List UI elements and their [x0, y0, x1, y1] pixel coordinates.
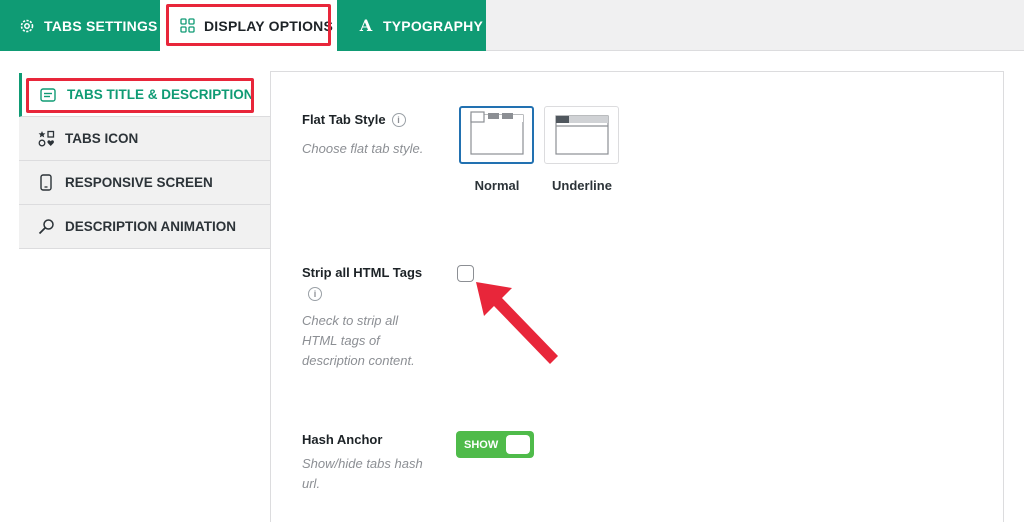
underline-style-preview-icon: [555, 115, 609, 155]
tab-label: TABS SETTINGS: [44, 17, 158, 34]
sidebar-item-responsive-screen[interactable]: RESPONSIVE SCREEN: [19, 161, 270, 205]
flat-style-normal-option[interactable]: [459, 106, 534, 164]
sidebar-item-label: TABS ICON: [65, 131, 139, 146]
sidebar-item-tabs-title-description[interactable]: TABS TITLE & DESCRIPTION: [19, 73, 270, 117]
flat-tab-style-label: Flat Tab Style i: [302, 112, 406, 127]
info-icon[interactable]: i: [308, 287, 322, 301]
tab-tabs-settings[interactable]: TABS SETTINGS: [0, 0, 160, 51]
flat-tab-style-description: Choose flat tab style.: [302, 141, 424, 156]
description-line: Check to strip all: [302, 313, 399, 328]
strip-html-description: Check to strip all HTML tags of descript…: [302, 311, 415, 371]
tab-label: DISPLAY OPTIONS: [204, 17, 334, 34]
sidebar-item-label: TABS TITLE & DESCRIPTION: [67, 87, 254, 102]
sidebar-item-label: RESPONSIVE SCREEN: [65, 175, 213, 190]
typography-icon: A: [359, 16, 373, 35]
grid-icon: [178, 17, 196, 35]
mobile-icon: [37, 174, 55, 192]
tab-typography[interactable]: A TYPOGRAPHY: [337, 0, 486, 51]
shapes-icon: [37, 130, 55, 148]
description-line: Show/hide tabs hash: [302, 456, 423, 471]
description-line: HTML tags of: [302, 333, 380, 348]
info-icon[interactable]: i: [391, 112, 406, 127]
toggle-label: SHOW: [464, 438, 499, 451]
sidebar-item-label: DESCRIPTION ANIMATION: [65, 219, 236, 234]
top-tab-bar: TABS SETTINGS DISPLAY OPTIONS A TYPOGRAP…: [0, 0, 1024, 51]
hash-anchor-toggle[interactable]: SHOW: [456, 431, 534, 458]
normal-option-label: Normal: [474, 178, 520, 193]
strip-html-label: Strip all HTML Tags: [302, 265, 423, 280]
sidebar-item-description-animation[interactable]: DESCRIPTION ANIMATION: [19, 205, 270, 249]
sidebar: TABS TITLE & DESCRIPTION TABS ICON RESPO…: [19, 71, 271, 522]
annotation-arrow-icon: [476, 282, 558, 364]
tab-display-options[interactable]: DISPLAY OPTIONS: [160, 0, 337, 51]
flat-tab-style-label-text: Flat Tab Style: [302, 112, 386, 127]
gear-icon: [18, 17, 36, 35]
underline-option-label: Underline: [552, 178, 612, 193]
flat-style-underline-option[interactable]: [544, 106, 619, 164]
hash-anchor-description: Show/hide tabs hash url.: [302, 454, 423, 494]
normal-style-preview-icon: [470, 111, 524, 155]
magic-wand-icon: [37, 218, 55, 236]
description-line: description content.: [302, 353, 415, 368]
hash-anchor-label: Hash Anchor: [302, 432, 383, 447]
text-box-icon: [39, 86, 57, 104]
description-line: url.: [302, 476, 321, 491]
toggle-knob: [506, 435, 530, 454]
tab-label: TYPOGRAPHY: [383, 17, 484, 34]
sidebar-item-tabs-icon[interactable]: TABS ICON: [19, 117, 270, 161]
